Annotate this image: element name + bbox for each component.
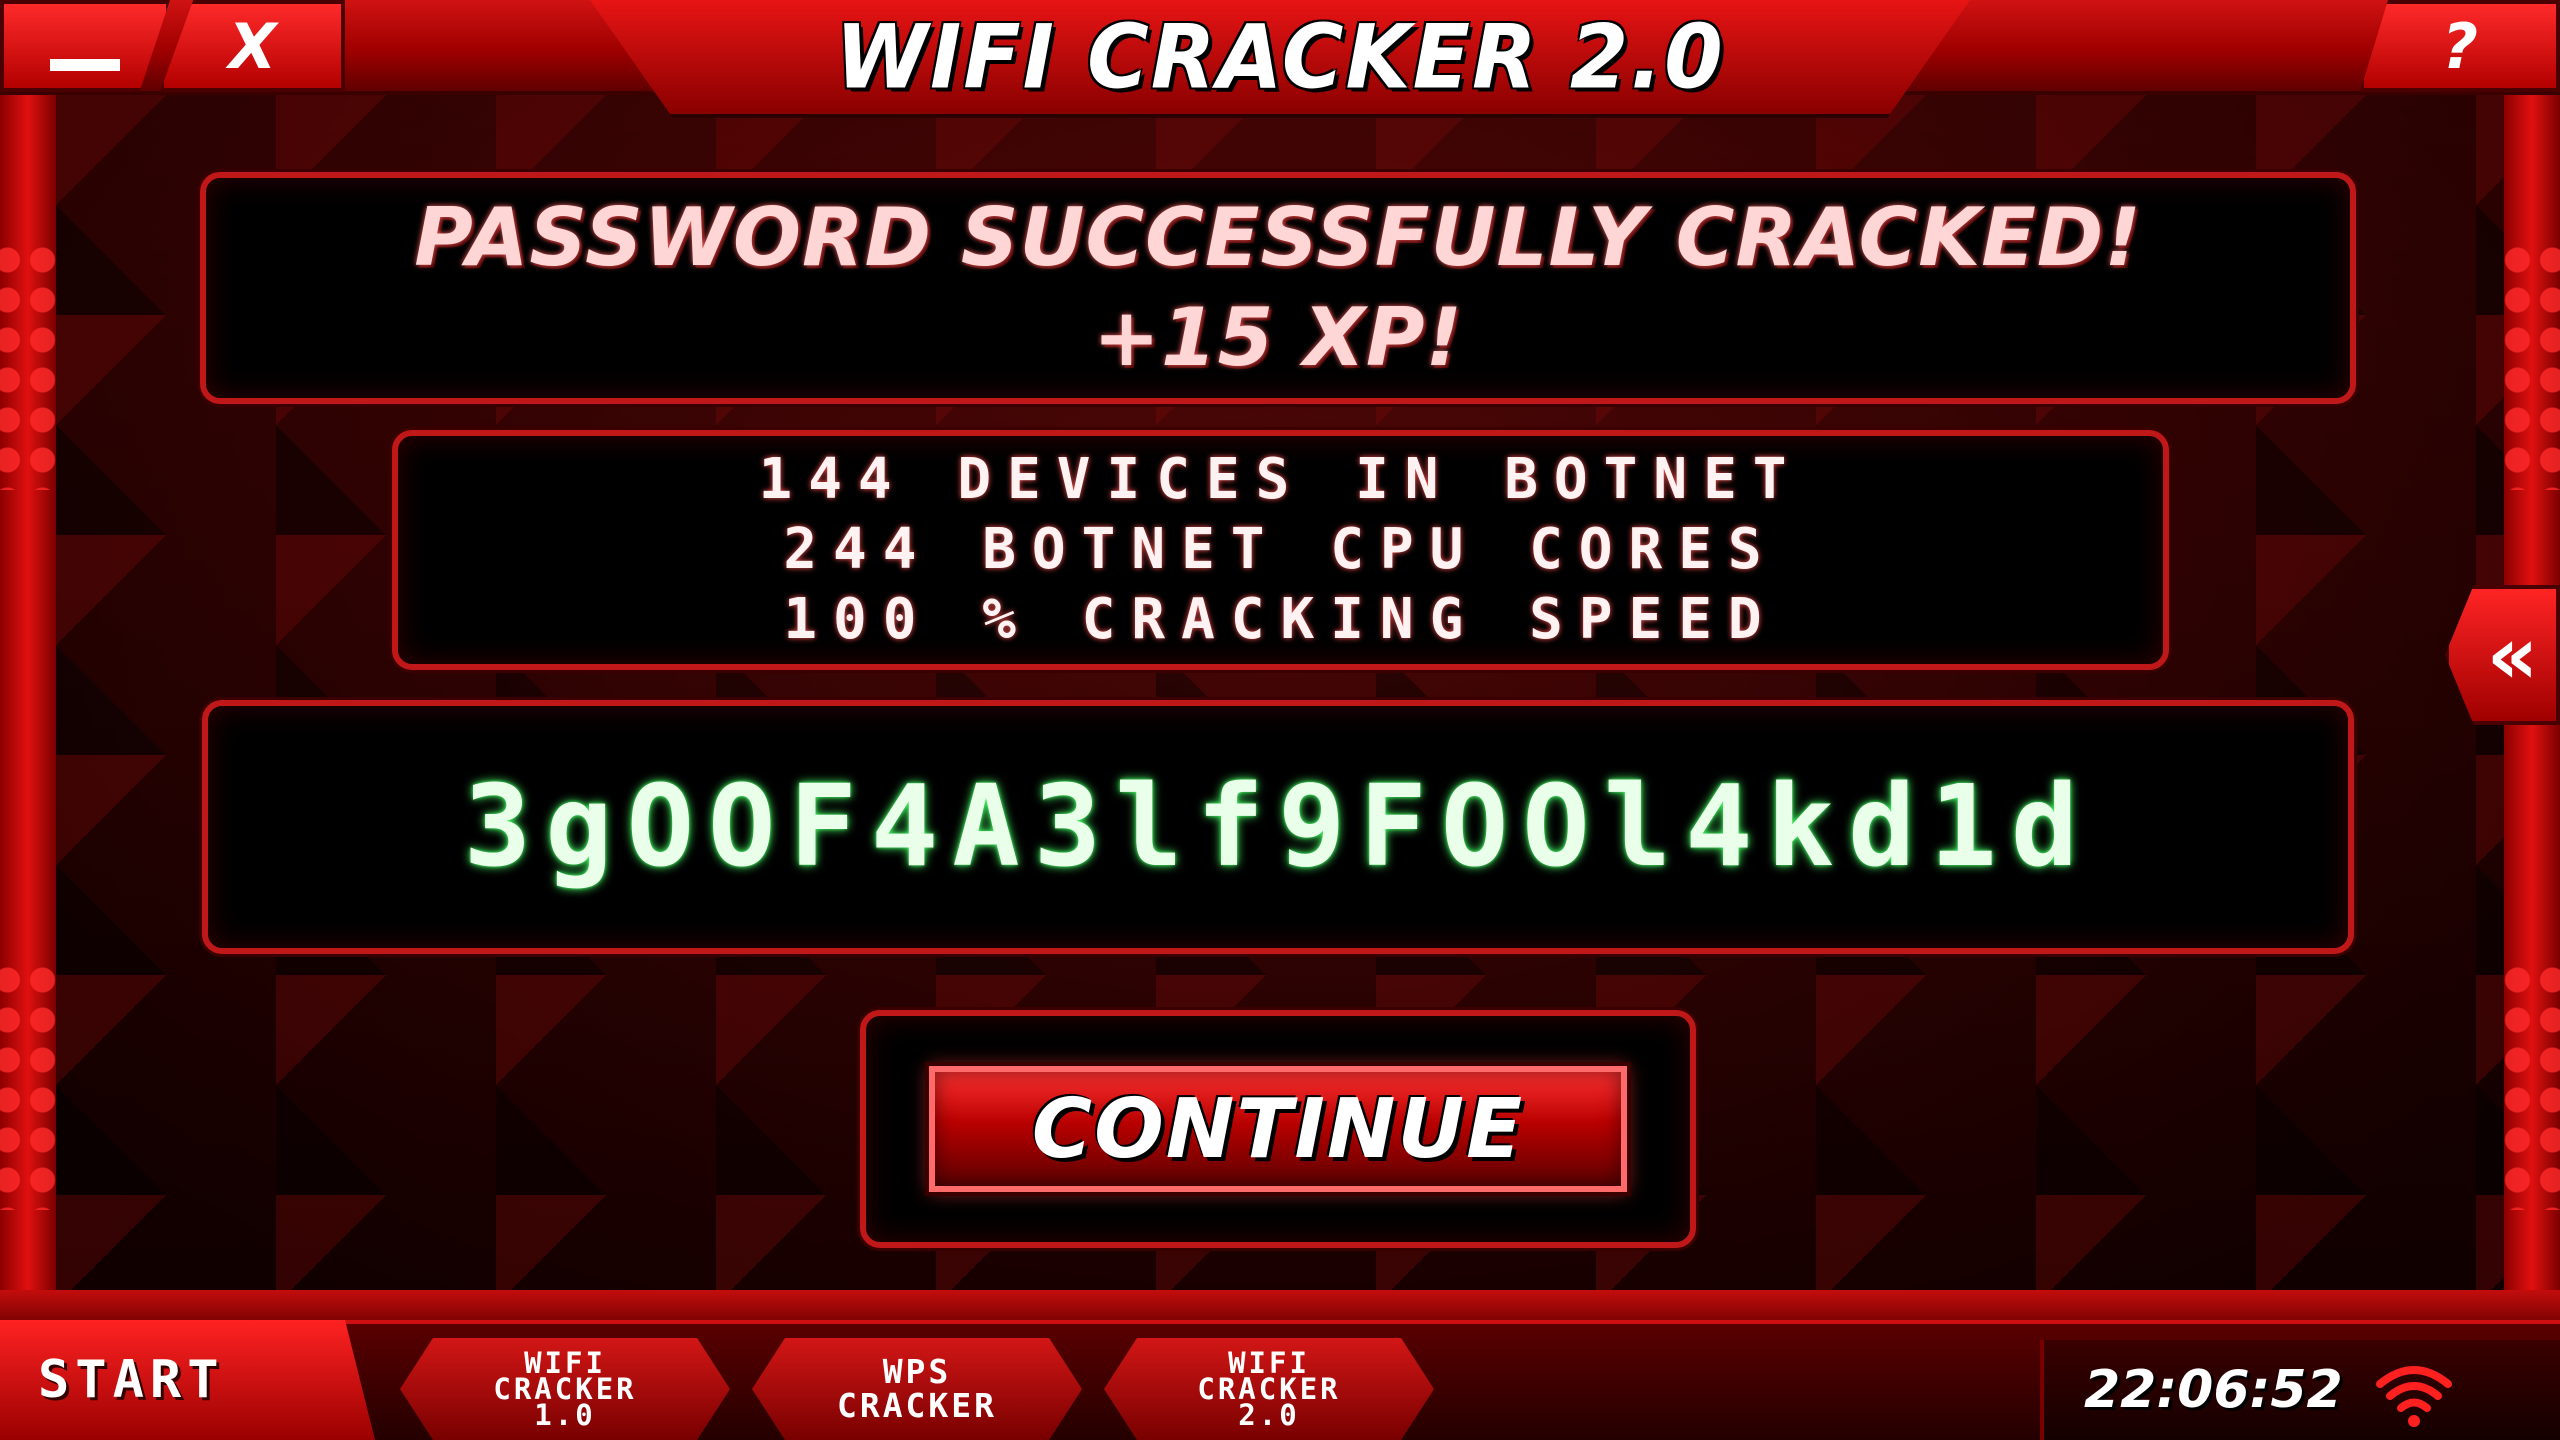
taskbar-app-label: 2.0: [1238, 1398, 1300, 1432]
title-plate: WIFI CRACKER 2.0: [590, 0, 1970, 118]
wifi-icon[interactable]: [2374, 1354, 2454, 1434]
continue-button[interactable]: CONTINUE: [925, 1062, 1631, 1196]
continue-panel: CONTINUE: [860, 1010, 1696, 1248]
cpu-cores-stat: 244 BOTNET CPU CORES: [783, 517, 1778, 582]
minimize-icon: [50, 59, 120, 71]
close-icon: X: [228, 9, 277, 83]
desktop-screen: X ? WIFI CRACKER 2.0 PASSWORD SUCCESSFUL…: [0, 0, 2560, 1440]
taskbar-app-wifi-cracker-2[interactable]: WIFI CRACKER 2.0: [1104, 1338, 1434, 1440]
success-panel: PASSWORD SUCCESSFULLY CRACKED! +15 XP!: [200, 172, 2356, 404]
hex-decoration-left-top: [0, 240, 60, 490]
clock: 22:06:52: [2084, 1360, 2343, 1420]
window-title: WIFI CRACKER 2.0: [835, 5, 1725, 109]
success-message: PASSWORD SUCCESSFULLY CRACKED!: [414, 191, 2142, 284]
taskbar-app-label: CRACKER: [836, 1386, 998, 1425]
help-icon: ?: [2442, 9, 2478, 83]
devices-stat: 144 DEVICES IN BOTNET: [758, 447, 1803, 512]
cracked-password: 3gOOF4A3lf9FOOl4kd1d: [463, 762, 2093, 892]
double-chevron-left-icon: «: [2486, 608, 2539, 702]
taskbar-app-wps-cracker[interactable]: WPS CRACKER: [752, 1338, 1082, 1440]
cracking-speed-stat: 100 % CRACKING SPEED: [783, 587, 1778, 652]
hex-decoration-right-bottom: [2500, 960, 2560, 1210]
start-button[interactable]: START: [0, 1320, 375, 1440]
continue-label: CONTINUE: [1031, 1081, 1525, 1177]
system-tray: 22:06:52: [2040, 1340, 2560, 1440]
taskbar-app-label: WPS: [882, 1352, 952, 1391]
help-button[interactable]: ?: [2360, 0, 2560, 92]
taskbar-app-label: 1.0: [534, 1398, 596, 1432]
taskbar-app-wifi-cracker-1[interactable]: WIFI CRACKER 1.0: [400, 1338, 730, 1440]
hex-decoration-left-bottom: [0, 960, 60, 1210]
password-panel: 3gOOF4A3lf9FOOl4kd1d: [202, 700, 2354, 954]
botnet-stats-panel: 144 DEVICES IN BOTNET 244 BOTNET CPU COR…: [392, 430, 2169, 670]
hex-decoration-right-top: [2500, 240, 2560, 490]
xp-reward: +15 XP!: [1092, 291, 1463, 384]
start-label: START: [38, 1350, 225, 1410]
